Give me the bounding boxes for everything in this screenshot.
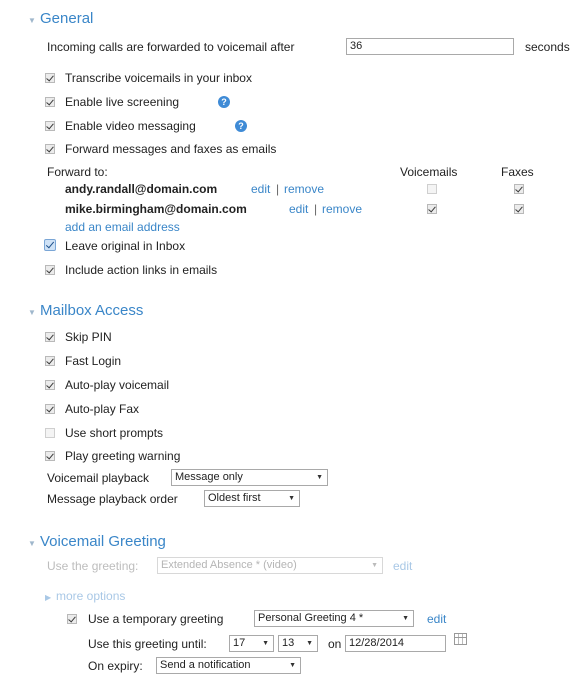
link-separator: | — [314, 202, 318, 216]
chevron-down-icon: ▼ — [316, 474, 323, 481]
forward-emails-checkbox[interactable] — [45, 144, 55, 154]
recipient-faxes-checkbox[interactable] — [514, 184, 524, 194]
collapse-triangle-icon[interactable]: ▼ — [28, 308, 36, 317]
column-faxes: Faxes — [501, 165, 534, 179]
skip-pin-label: Skip PIN — [65, 330, 112, 344]
include-links-checkbox[interactable] — [45, 265, 55, 275]
chevron-down-icon: ▼ — [288, 495, 295, 502]
recipient-voicemails-checkbox[interactable] — [427, 204, 437, 214]
chevron-down-icon: ▼ — [289, 662, 296, 669]
leave-original-label: Leave original in Inbox — [65, 239, 186, 253]
forward-after-input[interactable]: 36 — [346, 38, 514, 55]
video-messaging-checkbox[interactable] — [45, 121, 55, 131]
until-label: Use this greeting until: — [88, 637, 207, 651]
until-date-input[interactable]: 12/28/2014 — [345, 635, 446, 652]
skip-pin-checkbox[interactable] — [45, 332, 55, 342]
temp-greeting-edit-link[interactable]: edit — [427, 612, 446, 626]
more-options-link[interactable]: more options — [56, 589, 125, 603]
message-order-label: Message playback order — [47, 492, 178, 506]
section-title-mailbox-access[interactable]: Mailbox Access — [40, 302, 143, 319]
autoplay-fax-label: Auto-play Fax — [65, 402, 140, 416]
chevron-down-icon: ▼ — [402, 615, 409, 622]
expand-triangle-icon[interactable]: ▶ — [45, 593, 51, 602]
recipient-email: mike.birmingham@domain.com — [65, 202, 247, 216]
transcribe-label: Transcribe voicemails in your inbox — [65, 71, 252, 85]
greeting-edit-link[interactable]: edit — [393, 559, 412, 573]
until-hour-select[interactable]: 17 ▼ — [229, 635, 274, 652]
include-links-label: Include action links in emails — [65, 263, 218, 277]
add-email-link[interactable]: add an email address — [65, 220, 180, 234]
greeting-warning-checkbox[interactable] — [45, 451, 55, 461]
forward-after-unit: seconds — [525, 40, 570, 54]
help-icon[interactable]: ? — [218, 96, 230, 108]
recipient-edit-link[interactable]: edit — [289, 202, 308, 216]
short-prompts-label: Use short prompts — [65, 426, 164, 440]
message-order-select[interactable]: Oldest first ▼ — [204, 490, 300, 507]
section-title-general[interactable]: General — [40, 10, 93, 27]
recipient-remove-link[interactable]: remove — [284, 182, 324, 196]
section-title-voicemail-greeting[interactable]: Voicemail Greeting — [40, 533, 166, 550]
greeting-warning-label: Play greeting warning — [65, 449, 181, 463]
column-voicemails: Voicemails — [400, 165, 458, 179]
fast-login-checkbox[interactable] — [45, 356, 55, 366]
use-greeting-select[interactable]: Extended Absence * (video) ▼ — [157, 557, 383, 574]
use-greeting-label: Use the greeting: — [47, 559, 139, 573]
until-minute-value: 13 — [282, 637, 295, 649]
video-messaging-label: Enable video messaging — [65, 119, 196, 133]
expiry-label: On expiry: — [88, 659, 143, 673]
recipient-edit-link[interactable]: edit — [251, 182, 270, 196]
calendar-icon[interactable] — [454, 633, 467, 645]
live-screening-label: Enable live screening — [65, 95, 180, 109]
short-prompts-checkbox[interactable] — [45, 428, 55, 438]
collapse-triangle-icon[interactable]: ▼ — [28, 16, 36, 25]
temp-greeting-value: Personal Greeting 4 * — [258, 612, 364, 624]
forward-to-label: Forward to: — [47, 165, 108, 179]
until-minute-select[interactable]: 13 ▼ — [278, 635, 318, 652]
autoplay-fax-checkbox[interactable] — [45, 404, 55, 414]
chevron-down-icon: ▼ — [262, 640, 269, 647]
collapse-triangle-icon[interactable]: ▼ — [28, 539, 36, 548]
voicemail-playback-label: Voicemail playback — [47, 471, 150, 485]
recipient-email: andy.randall@domain.com — [65, 182, 218, 196]
use-greeting-value: Extended Absence * (video) — [161, 559, 297, 571]
forward-after-label: Incoming calls are forwarded to voicemai… — [47, 40, 295, 54]
chevron-down-icon: ▼ — [371, 562, 378, 569]
forward-emails-label: Forward messages and faxes as emails — [65, 142, 277, 156]
voicemail-playback-value: Message only — [175, 471, 243, 483]
fast-login-label: Fast Login — [65, 354, 122, 368]
on-label: on — [328, 637, 342, 651]
temp-greeting-label: Use a temporary greeting — [88, 612, 224, 626]
until-hour-value: 17 — [233, 637, 246, 649]
recipient-voicemails-checkbox[interactable] — [427, 184, 437, 194]
link-separator: | — [276, 182, 280, 196]
recipient-remove-link[interactable]: remove — [322, 202, 362, 216]
autoplay-voicemail-checkbox[interactable] — [45, 380, 55, 390]
live-screening-checkbox[interactable] — [45, 97, 55, 107]
leave-original-checkbox[interactable] — [44, 239, 56, 251]
expiry-select[interactable]: Send a notification ▼ — [156, 657, 301, 674]
transcribe-checkbox[interactable] — [45, 73, 55, 83]
autoplay-voicemail-label: Auto-play voicemail — [65, 378, 170, 392]
expiry-value: Send a notification — [160, 659, 251, 671]
temp-greeting-select[interactable]: Personal Greeting 4 * ▼ — [254, 610, 414, 627]
help-icon[interactable]: ? — [235, 120, 247, 132]
temp-greeting-checkbox[interactable] — [67, 614, 77, 624]
message-order-value: Oldest first — [208, 492, 261, 504]
chevron-down-icon: ▼ — [306, 640, 313, 647]
voicemail-playback-select[interactable]: Message only ▼ — [171, 469, 328, 486]
recipient-faxes-checkbox[interactable] — [514, 204, 524, 214]
